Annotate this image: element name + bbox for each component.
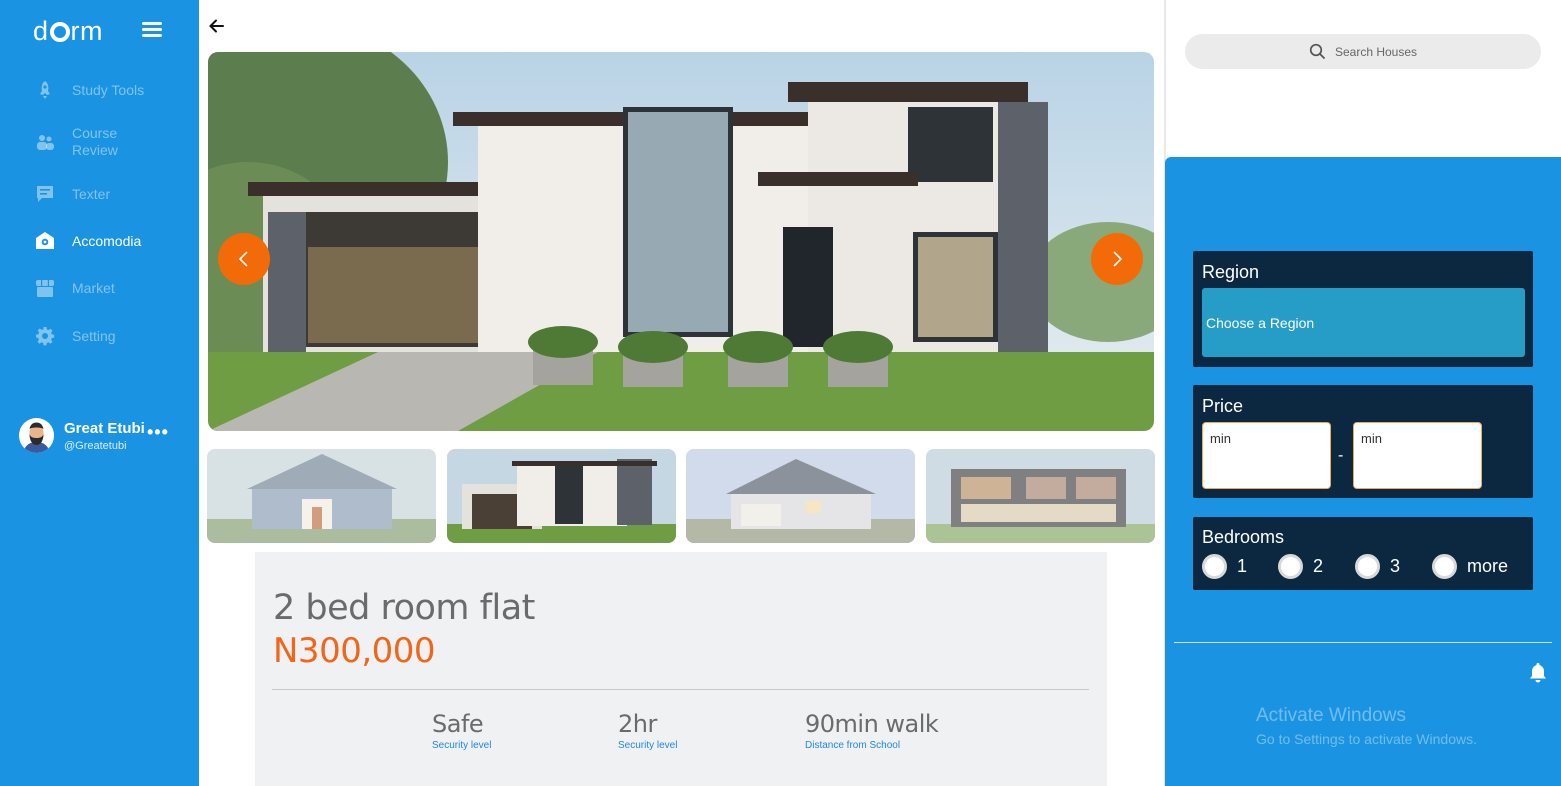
filter-panel: Region Choose a Region Price min - min B… xyxy=(1165,157,1561,786)
search-icon xyxy=(1309,43,1326,60)
sidebar-item-setting[interactable]: Setting xyxy=(0,316,199,356)
profile-handle: @Greatetubi xyxy=(64,440,127,452)
price-separator: - xyxy=(1338,447,1344,464)
chat-icon xyxy=(35,184,55,204)
stat-value: Safe xyxy=(432,710,484,738)
chevron-right-icon xyxy=(1113,251,1123,267)
people-icon xyxy=(35,132,55,152)
stat-label: Security level xyxy=(432,740,492,751)
bedrooms-radio-2[interactable]: 2 xyxy=(1278,554,1323,579)
stat-distance: 90min walk Distance from School xyxy=(805,710,939,751)
sidebar-item-course-review[interactable]: Course Review xyxy=(0,122,199,162)
sidebar-item-label: Setting xyxy=(72,327,116,344)
logo-text-right: rm xyxy=(70,15,104,46)
radio-circle xyxy=(1202,554,1227,579)
sidebar-item-label: Texter xyxy=(72,185,111,202)
logo-text-left: d xyxy=(33,15,49,46)
region-filter: Region Choose a Region xyxy=(1193,251,1533,367)
listing-details-card: 2 bed room flat N300,000 Safe Security l… xyxy=(255,552,1107,786)
radio-label: 1 xyxy=(1237,556,1248,576)
sidebar-item-label: Course Review xyxy=(72,125,118,158)
region-label: Region xyxy=(1202,262,1260,282)
back-arrow-icon[interactable] xyxy=(207,17,225,35)
bedrooms-radio-more[interactable]: more xyxy=(1432,554,1508,579)
profile-name: Great Etubi xyxy=(64,420,145,437)
sidebar-item-texter[interactable]: Texter xyxy=(0,174,199,214)
radio-circle xyxy=(1432,554,1457,579)
bedrooms-radio-1[interactable]: 1 xyxy=(1202,554,1247,579)
listing-title: 2 bed room flat xyxy=(273,588,535,628)
price-filter: Price min - min xyxy=(1193,385,1533,498)
radio-label: more xyxy=(1467,556,1509,576)
sidebar-item-study-tools[interactable]: Study Tools xyxy=(0,70,199,110)
windows-activation-subtitle: Go to Settings to activate Windows. xyxy=(1256,731,1477,747)
price-min-input[interactable]: min xyxy=(1202,422,1331,489)
sidebar-item-label: Study Tools xyxy=(72,81,145,98)
stat-label: Security level xyxy=(618,740,678,751)
radio-circle xyxy=(1355,554,1380,579)
carousel-prev-button[interactable] xyxy=(218,233,270,285)
stat-label: Distance from School xyxy=(805,740,901,751)
store-icon xyxy=(35,278,55,298)
search-houses-input[interactable]: Search Houses xyxy=(1185,34,1541,69)
chevron-left-icon xyxy=(238,251,248,267)
thumbnail-house-1[interactable] xyxy=(207,449,436,543)
radio-label: 2 xyxy=(1313,556,1324,576)
hero-house-image xyxy=(208,52,1154,431)
sidebar-item-label: Market xyxy=(72,279,115,296)
dorm-logo[interactable]: d rm xyxy=(33,15,125,47)
thumbnail-house-3[interactable] xyxy=(686,449,915,543)
rocket-icon xyxy=(35,80,55,100)
gear-icon xyxy=(35,326,55,346)
price-max-input[interactable]: min xyxy=(1353,422,1482,489)
more-options-icon[interactable]: ••• xyxy=(147,422,169,443)
logo-o-mark xyxy=(49,22,70,42)
windows-activation-title: Activate Windows xyxy=(1256,705,1406,726)
stat-value: 2hr xyxy=(618,710,657,738)
listing-price: N300,000 xyxy=(273,631,436,671)
stat-safety: Safe Security level xyxy=(432,710,491,751)
panel-divider xyxy=(1174,642,1552,643)
carousel-next-button[interactable] xyxy=(1091,233,1143,285)
avatar xyxy=(19,418,54,453)
thumbnail-house-4[interactable] xyxy=(926,449,1155,543)
sidebar-item-label: Accomodia xyxy=(72,232,142,249)
bell-icon[interactable] xyxy=(1527,661,1549,683)
details-divider xyxy=(272,689,1089,690)
bedrooms-radio-3[interactable]: 3 xyxy=(1355,554,1400,579)
thumbnail-house-2[interactable] xyxy=(447,449,676,543)
radio-label: 3 xyxy=(1390,556,1401,576)
radio-circle xyxy=(1278,554,1303,579)
bedrooms-label: Bedrooms xyxy=(1202,527,1285,547)
hamburger-menu-icon[interactable] xyxy=(142,22,162,38)
price-label: Price xyxy=(1202,396,1244,416)
sidebar: d rm Study Tools Course Review Texter Ac… xyxy=(0,0,199,786)
sidebar-item-market[interactable]: Market xyxy=(0,268,199,308)
region-select[interactable]: Choose a Region xyxy=(1202,288,1525,357)
region-select-value: Choose a Region xyxy=(1206,314,1315,331)
home-icon xyxy=(35,231,55,251)
stat-time: 2hr Security level xyxy=(618,710,677,751)
search-placeholder: Search Houses xyxy=(1334,44,1418,59)
bedrooms-filter: Bedrooms 1 2 3 more xyxy=(1193,517,1533,590)
sidebar-item-accomodia[interactable]: Accomodia xyxy=(0,221,199,261)
stat-value: 90min walk xyxy=(805,710,939,738)
user-profile[interactable]: Great Etubi @Greatetubi ••• xyxy=(19,418,189,458)
